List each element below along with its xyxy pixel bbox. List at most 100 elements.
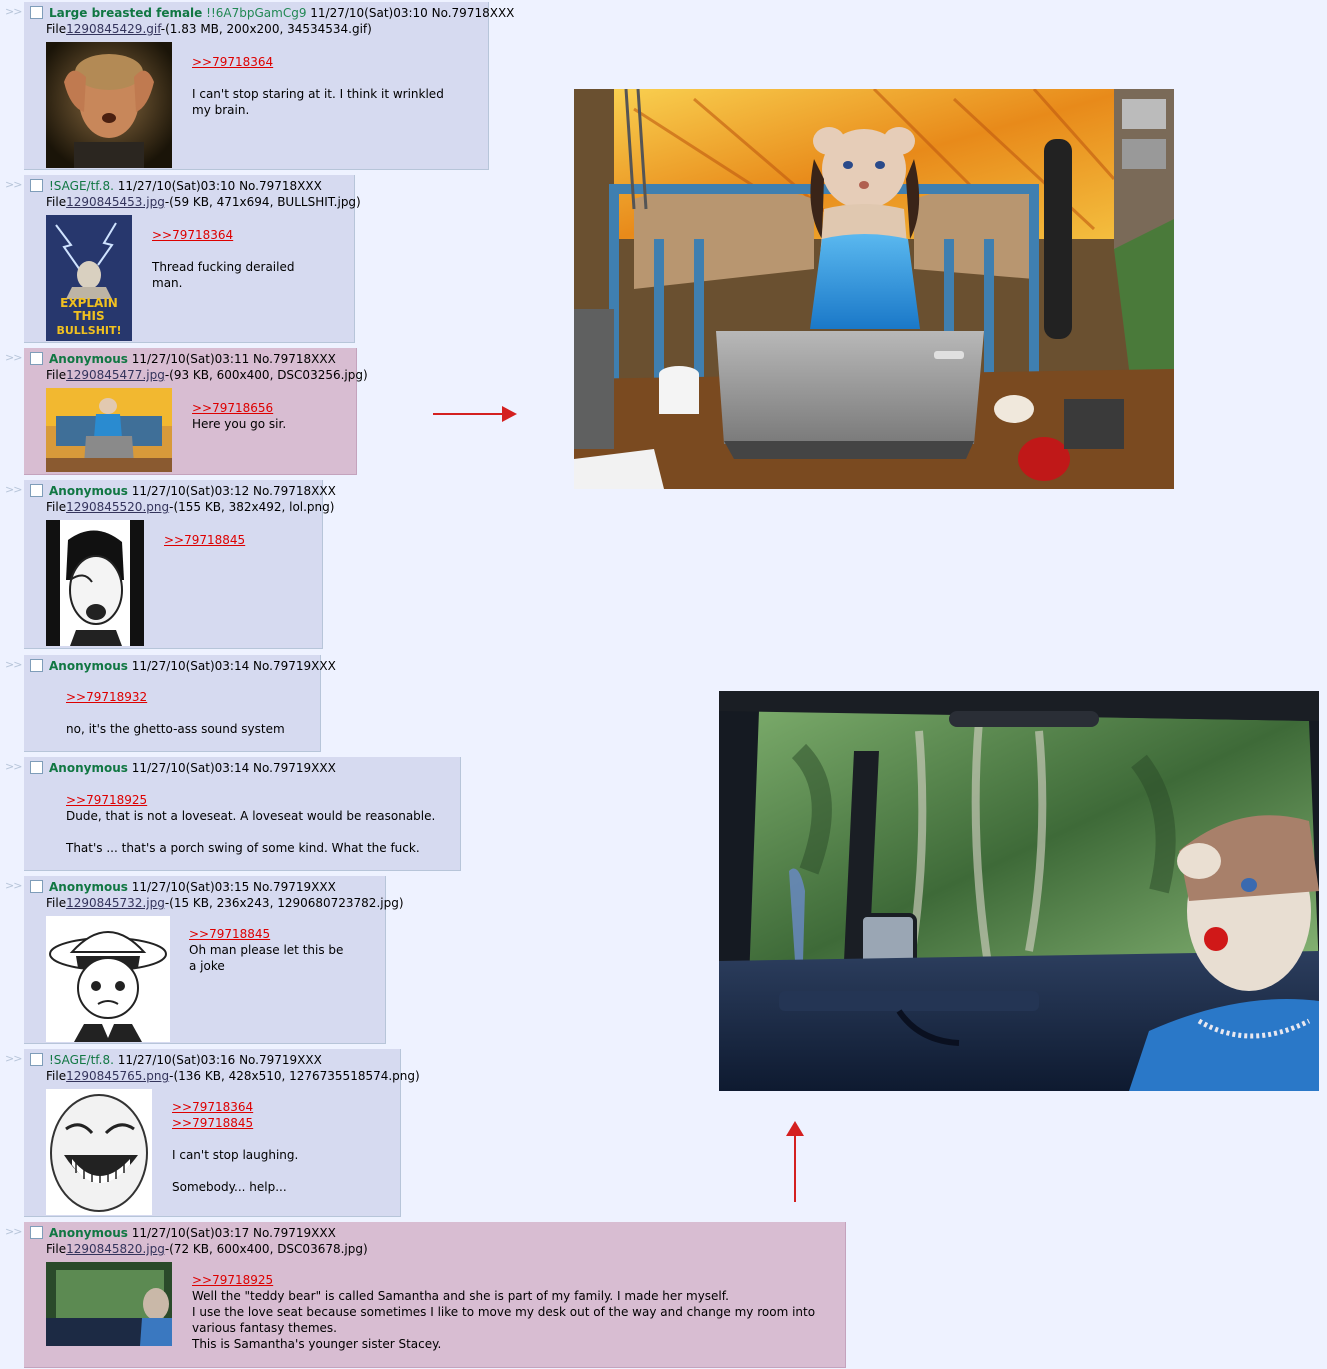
quote-link[interactable]: >>79718845 xyxy=(189,927,270,941)
file-label: File xyxy=(46,368,67,382)
delete-checkbox[interactable] xyxy=(30,6,43,19)
file-info: File1290845820.jpg-(72 KB, 600x400, DSC0… xyxy=(46,1241,841,1257)
quote-link[interactable]: >>79718656 xyxy=(192,401,273,415)
post-datetime: 11/27/10(Sat)03:11 xyxy=(131,352,250,366)
poster-name: Anonymous xyxy=(49,761,128,775)
file-info: File1290845477.jpg-(93 KB, 600x400, DSC0… xyxy=(46,367,368,383)
wizard-lightning-icon: EXPLAIN THIS BULLSHIT! xyxy=(46,215,132,341)
quote-link[interactable]: >>79718925 xyxy=(66,793,147,807)
message-line: Here you go sir. xyxy=(192,417,287,431)
file-info: File1290845520.png-(155 KB, 382x492, lol… xyxy=(46,499,334,515)
bear-doll-laptop-icon xyxy=(46,388,172,472)
quote-link[interactable]: >>79718364 xyxy=(152,228,233,242)
reply-arrows: >> xyxy=(5,5,22,18)
message-line: Oh man please let this be xyxy=(189,943,344,957)
thumbnail-image[interactable] xyxy=(46,388,172,472)
file-label: File xyxy=(46,500,67,514)
post-datetime: 11/27/10(Sat)03:16 xyxy=(117,1053,236,1067)
file-link[interactable]: 1290845732.jpg xyxy=(66,896,165,910)
thumbnail-image[interactable] xyxy=(46,520,144,646)
thumbnail-image[interactable]: EXPLAIN THIS BULLSHIT! xyxy=(46,215,132,341)
post-number[interactable]: No.79719XXX xyxy=(239,1053,322,1067)
post-datetime: 11/27/10(Sat)03:10 xyxy=(310,6,428,20)
red-arrow-right-icon xyxy=(433,406,517,422)
reply-arrows: >> xyxy=(5,658,22,671)
file-details: -(136 KB, 428x510, 1276735518574.png) xyxy=(169,1069,420,1083)
post-header: Anonymous 11/27/10(Sat)03:11 No.79718XXX xyxy=(30,352,352,367)
svg-text:BULLSHIT!: BULLSHIT! xyxy=(56,324,121,337)
thumbnail-image[interactable] xyxy=(46,1089,152,1215)
message-line: That's ... that's a porch swing of some … xyxy=(66,841,420,855)
quote-link[interactable]: >>79718364 xyxy=(192,55,273,69)
delete-checkbox[interactable] xyxy=(30,179,43,192)
quote-link[interactable]: >>79718845 xyxy=(164,533,245,547)
delete-checkbox[interactable] xyxy=(30,880,43,893)
file-link[interactable]: 1290845429.gif xyxy=(66,22,161,36)
reply-arrows: >> xyxy=(5,1052,22,1065)
file-label: File xyxy=(46,896,67,910)
post-datetime: 11/27/10(Sat)03:14 xyxy=(131,761,250,775)
thumbnail-image[interactable] xyxy=(46,916,170,1042)
delete-checkbox[interactable] xyxy=(30,1226,43,1239)
post-number[interactable]: No.79718XXX xyxy=(239,179,322,193)
quote-link[interactable]: >>79718845 xyxy=(172,1116,253,1130)
post-number[interactable]: No.79719XXX xyxy=(253,1226,336,1240)
message-line: I use the love seat because sometimes I … xyxy=(192,1305,816,1319)
thumbnail-image[interactable] xyxy=(46,42,172,168)
post-number[interactable]: No.79719XXX xyxy=(253,761,336,775)
delete-checkbox[interactable] xyxy=(30,659,43,672)
file-link[interactable]: 1290845820.jpg xyxy=(66,1242,165,1256)
file-link[interactable]: 1290845477.jpg xyxy=(66,368,165,382)
file-info: File1290845765.png-(136 KB, 428x510, 127… xyxy=(46,1068,420,1084)
reply-post: Anonymous 11/27/10(Sat)03:15 No.79719XXX… xyxy=(24,876,404,1044)
red-arrow-up-icon xyxy=(786,1121,804,1202)
post-number[interactable]: No.79718XXX xyxy=(253,352,336,366)
expanded-image-car[interactable] xyxy=(719,691,1319,1091)
delete-checkbox[interactable] xyxy=(30,761,43,774)
post-header: Large breasted female !!6A7bpGamCg9 11/2… xyxy=(30,6,514,21)
quote-link[interactable]: >>79718925 xyxy=(192,1273,273,1287)
file-details: -(15 KB, 236x243, 1290680723782.jpg) xyxy=(164,896,404,910)
expanded-image-desk[interactable] xyxy=(574,89,1174,489)
message-line: various fantasy themes. xyxy=(192,1321,337,1335)
poster-name: Anonymous xyxy=(49,484,128,498)
post-message: >>79718925 Dude, that is not a loveseat.… xyxy=(66,792,435,856)
reply-arrows: >> xyxy=(5,178,22,191)
file-link[interactable]: 1290845765.png xyxy=(66,1069,169,1083)
message-line: my brain. xyxy=(192,103,250,117)
post-message: >>79718364 I can't stop staring at it. I… xyxy=(192,54,444,118)
reply-arrows: >> xyxy=(5,351,22,364)
post-header: Anonymous 11/27/10(Sat)03:14 No.79719XXX xyxy=(30,659,336,674)
file-label: File xyxy=(46,1069,67,1083)
post-number[interactable]: No.79719XXX xyxy=(253,659,336,673)
bear-doll-car-photo-icon xyxy=(719,691,1319,1091)
post-number[interactable]: No.79718XXX xyxy=(253,484,336,498)
post-datetime: 11/27/10(Sat)03:17 xyxy=(131,1226,250,1240)
svg-text:THIS: THIS xyxy=(73,309,104,323)
anime-straw-hat-icon xyxy=(46,916,170,1042)
poster-name: Anonymous xyxy=(49,352,128,366)
message-line: Thread fucking derailed xyxy=(152,260,295,274)
quote-link[interactable]: >>79718364 xyxy=(172,1100,253,1114)
delete-checkbox[interactable] xyxy=(30,352,43,365)
file-link[interactable]: 1290845520.png xyxy=(66,500,169,514)
quote-link[interactable]: >>79718932 xyxy=(66,690,147,704)
man-photo-icon xyxy=(46,42,172,168)
file-label: File xyxy=(46,1242,67,1256)
file-label: File xyxy=(46,195,67,209)
delete-checkbox[interactable] xyxy=(30,484,43,497)
delete-checkbox[interactable] xyxy=(30,1053,43,1066)
reply-post: Large breasted female !!6A7bpGamCg9 11/2… xyxy=(24,2,514,170)
post-number[interactable]: No.79718XXX xyxy=(432,6,515,20)
reply-post: Anonymous 11/27/10(Sat)03:17 No.79719XXX… xyxy=(24,1222,846,1368)
post-number[interactable]: No.79719XXX xyxy=(253,880,336,894)
post-message: >>79718656 Here you go sir. xyxy=(192,400,286,432)
file-link[interactable]: 1290845453.jpg xyxy=(66,195,165,209)
post-message: >>79718364 >>79718845 I can't stop laugh… xyxy=(172,1099,298,1195)
message-line: a joke xyxy=(189,959,225,973)
reply-post: Anonymous 11/27/10(Sat)03:14 No.79719XXX… xyxy=(24,655,336,752)
file-details: -(59 KB, 471x694, BULLSHIT.jpg) xyxy=(164,195,361,209)
post-message: >>79718932 no, it's the ghetto-ass sound… xyxy=(66,689,285,737)
thumbnail-image[interactable] xyxy=(46,1262,172,1346)
bear-doll-laptop-photo-icon xyxy=(574,89,1174,489)
